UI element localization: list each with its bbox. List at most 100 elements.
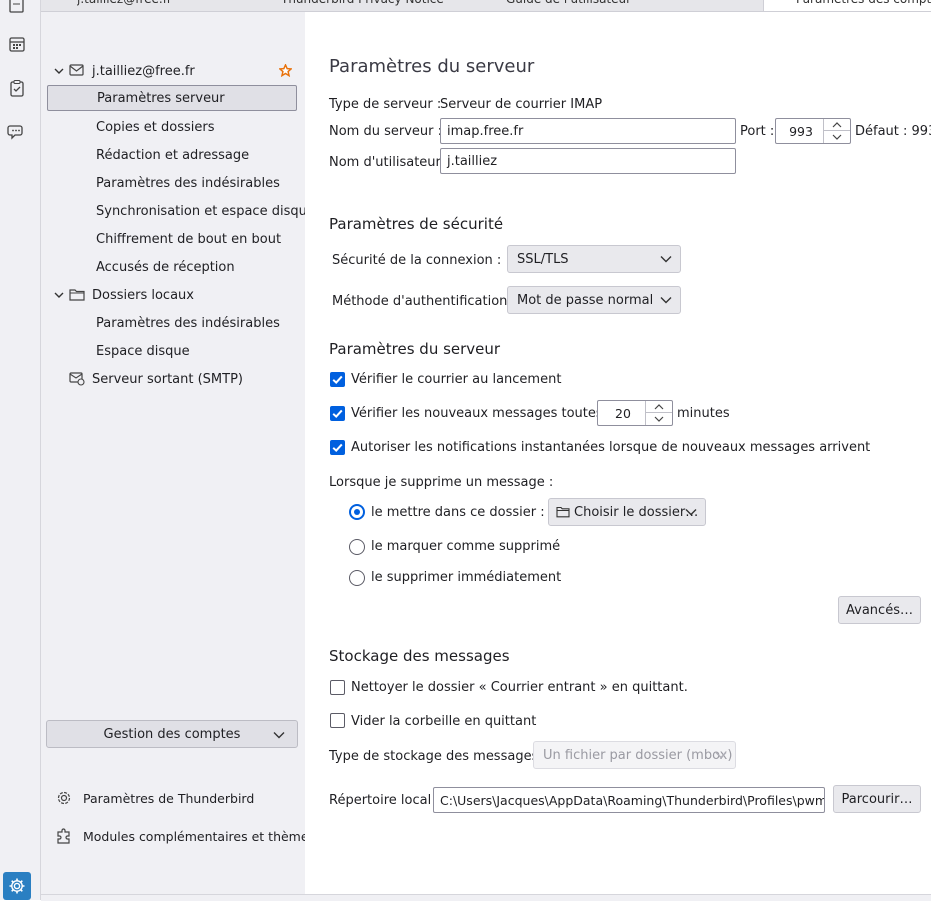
check-every-checkbox[interactable] xyxy=(330,406,345,421)
spin-up-icon[interactable] xyxy=(824,119,850,131)
server-settings-pane: Paramètres du serveur Type de serveur : … xyxy=(305,12,931,894)
settings-gear-icon[interactable] xyxy=(3,872,31,900)
radio-move-to-folder[interactable] xyxy=(349,504,365,520)
sidebar-item-label: Paramètres des indésirables xyxy=(96,315,280,331)
clean-inbox-checkbox[interactable] xyxy=(330,680,345,695)
storage-heading: Stockage des messages xyxy=(329,647,510,665)
manage-accounts-button[interactable]: Gestion des comptes xyxy=(46,720,298,748)
connection-security-label: Sécurité de la connexion : xyxy=(332,253,502,268)
chevron-down-icon[interactable] xyxy=(53,289,65,301)
local-directory-input[interactable]: C:\Users\Jacques\AppData\Roaming\Thunder… xyxy=(433,787,825,813)
connection-security-select[interactable]: SSL/TLS xyxy=(507,245,681,273)
username-input[interactable]: j.tailliez xyxy=(440,148,736,174)
sidebar-item-label: Espace disque xyxy=(96,343,190,359)
port-value: 993 xyxy=(789,123,813,139)
empty-trash-label[interactable]: Vider la corbeille en quittant xyxy=(351,714,536,729)
local-directory-label: Répertoire local : xyxy=(329,793,440,808)
browse-button[interactable]: Parcourir… xyxy=(833,785,921,813)
calendar-icon[interactable] xyxy=(6,33,28,55)
storage-type-label: Type de stockage des messages : xyxy=(329,749,547,764)
checkmark-icon xyxy=(332,443,343,453)
storage-type-select: Un fichier par dossier (mbox) xyxy=(533,741,736,769)
server-settings-heading: Paramètres du serveur xyxy=(329,340,501,358)
sidebar-item-composition[interactable]: Rédaction et adressage xyxy=(96,142,249,168)
tab-strip: j.tailliez@free.fr Thunderbird Privacy N… xyxy=(41,0,931,12)
allow-push-checkbox[interactable] xyxy=(330,440,345,455)
auth-method-select[interactable]: Mot de passe normal xyxy=(507,286,681,314)
empty-trash-checkbox[interactable] xyxy=(330,713,345,728)
clean-inbox-label[interactable]: Nettoyer le dossier « Courrier entrant »… xyxy=(351,680,688,695)
sidebar-item-smtp[interactable]: Serveur sortant (SMTP) xyxy=(41,366,297,392)
spin-down-icon[interactable] xyxy=(646,413,672,425)
thunderbird-settings-label: Paramètres de Thunderbird xyxy=(83,790,255,806)
auth-method-label: Méthode d'authentification : xyxy=(332,294,516,309)
check-interval-stepper[interactable]: 20 xyxy=(597,400,673,426)
chevron-down-icon[interactable] xyxy=(53,65,65,77)
chevron-down-icon xyxy=(685,509,697,516)
folder-icon xyxy=(69,289,85,301)
outgoing-server-icon xyxy=(69,372,85,386)
choose-folder-button[interactable]: Choisir le dossier… xyxy=(548,498,706,526)
advanced-button[interactable]: Avancés… xyxy=(838,596,921,624)
addons-themes-link[interactable]: Modules complémentaires et thèmes xyxy=(55,825,315,847)
tab-guide[interactable]: Guide de l'utilisateur xyxy=(506,0,631,10)
chevron-down-icon xyxy=(660,297,672,304)
choose-folder-label: Choisir le dossier… xyxy=(574,504,699,520)
manage-accounts-label: Gestion des comptes xyxy=(103,726,241,742)
local-folders-label: Dossiers locaux xyxy=(92,287,194,303)
check-every-label[interactable]: Vérifier les nouveaux messages toutes le… xyxy=(351,406,625,421)
mail-account-icon xyxy=(69,64,84,76)
tree-account-row[interactable]: j.tailliez@free.fr xyxy=(41,58,297,84)
port-stepper[interactable]: 993 xyxy=(775,118,851,144)
sidebar-item-local-junk[interactable]: Paramètres des indésirables xyxy=(96,310,280,336)
sidebar-item-label: Accusés de réception xyxy=(96,259,235,275)
sidebar-item-label: Paramètres des indésirables xyxy=(96,175,280,191)
tasks-icon[interactable] xyxy=(6,77,28,99)
sidebar-item-sync-disk[interactable]: Synchronisation et espace disque xyxy=(96,198,315,224)
radio-delete-label[interactable]: le supprimer immédiatement xyxy=(371,570,561,585)
server-name-input[interactable]: imap.free.fr xyxy=(440,118,736,144)
spin-down-icon[interactable] xyxy=(824,131,850,143)
check-startup-checkbox[interactable] xyxy=(330,372,345,387)
sidebar-item-receipts[interactable]: Accusés de réception xyxy=(96,254,235,280)
tab-account[interactable]: j.tailliez@free.fr xyxy=(77,0,172,10)
puzzle-piece-icon xyxy=(57,828,70,844)
chevron-down-icon xyxy=(273,732,285,739)
default-account-star-icon xyxy=(279,64,292,77)
sidebar-item-label: Paramètres serveur xyxy=(97,90,225,106)
page-title: Paramètres du serveur xyxy=(329,56,535,77)
server-type-value: Serveur de courrier IMAP xyxy=(440,97,603,112)
radio-move-label[interactable]: le mettre dans ce dossier : xyxy=(371,505,545,520)
gear-icon xyxy=(57,791,71,805)
check-interval-value: 20 xyxy=(615,405,631,421)
tree-local-folders-row[interactable]: Dossiers locaux xyxy=(41,282,297,308)
tab-privacy[interactable]: Thunderbird Privacy Notice xyxy=(281,0,444,10)
address-book-icon[interactable] xyxy=(6,0,28,16)
default-port-label: Défaut : 993 xyxy=(855,124,931,139)
sidebar-item-junk[interactable]: Paramètres des indésirables xyxy=(96,170,280,196)
delete-behavior-label: Lorsque je supprime un message : xyxy=(329,475,554,490)
radio-mark-label[interactable]: le marquer comme supprimé xyxy=(371,539,560,554)
sidebar-item-local-disk[interactable]: Espace disque xyxy=(96,338,190,364)
folder-icon xyxy=(556,506,570,518)
chat-icon[interactable] xyxy=(6,121,28,143)
radio-mark-deleted[interactable] xyxy=(349,539,365,555)
sidebar-item-label: Chiffrement de bout en bout xyxy=(96,231,282,247)
sidebar-item-server-settings[interactable]: Paramètres serveur xyxy=(47,85,297,111)
security-heading: Paramètres de sécurité xyxy=(329,215,504,233)
sidebar-item-e2e-encryption[interactable]: Chiffrement de bout en bout xyxy=(96,226,281,252)
tab-account-settings[interactable]: Paramètres des comptes xyxy=(763,0,931,11)
storage-type-value: Un fichier par dossier (mbox) xyxy=(543,747,733,763)
checkmark-icon xyxy=(332,375,343,385)
spin-up-icon[interactable] xyxy=(646,401,672,413)
allow-push-label[interactable]: Autoriser les notifications instantanées… xyxy=(351,440,870,455)
minutes-label: minutes xyxy=(677,406,730,421)
chevron-down-icon xyxy=(660,256,672,263)
check-startup-label[interactable]: Vérifier le courrier au lancement xyxy=(351,372,561,387)
radio-delete-immediately[interactable] xyxy=(349,570,365,586)
spaces-toolbar xyxy=(0,0,41,900)
sidebar-item-copies-folders[interactable]: Copies et dossiers xyxy=(96,114,215,140)
connection-security-value: SSL/TLS xyxy=(517,251,569,267)
thunderbird-settings-link[interactable]: Paramètres de Thunderbird xyxy=(55,787,254,809)
port-label: Port : xyxy=(740,124,775,139)
